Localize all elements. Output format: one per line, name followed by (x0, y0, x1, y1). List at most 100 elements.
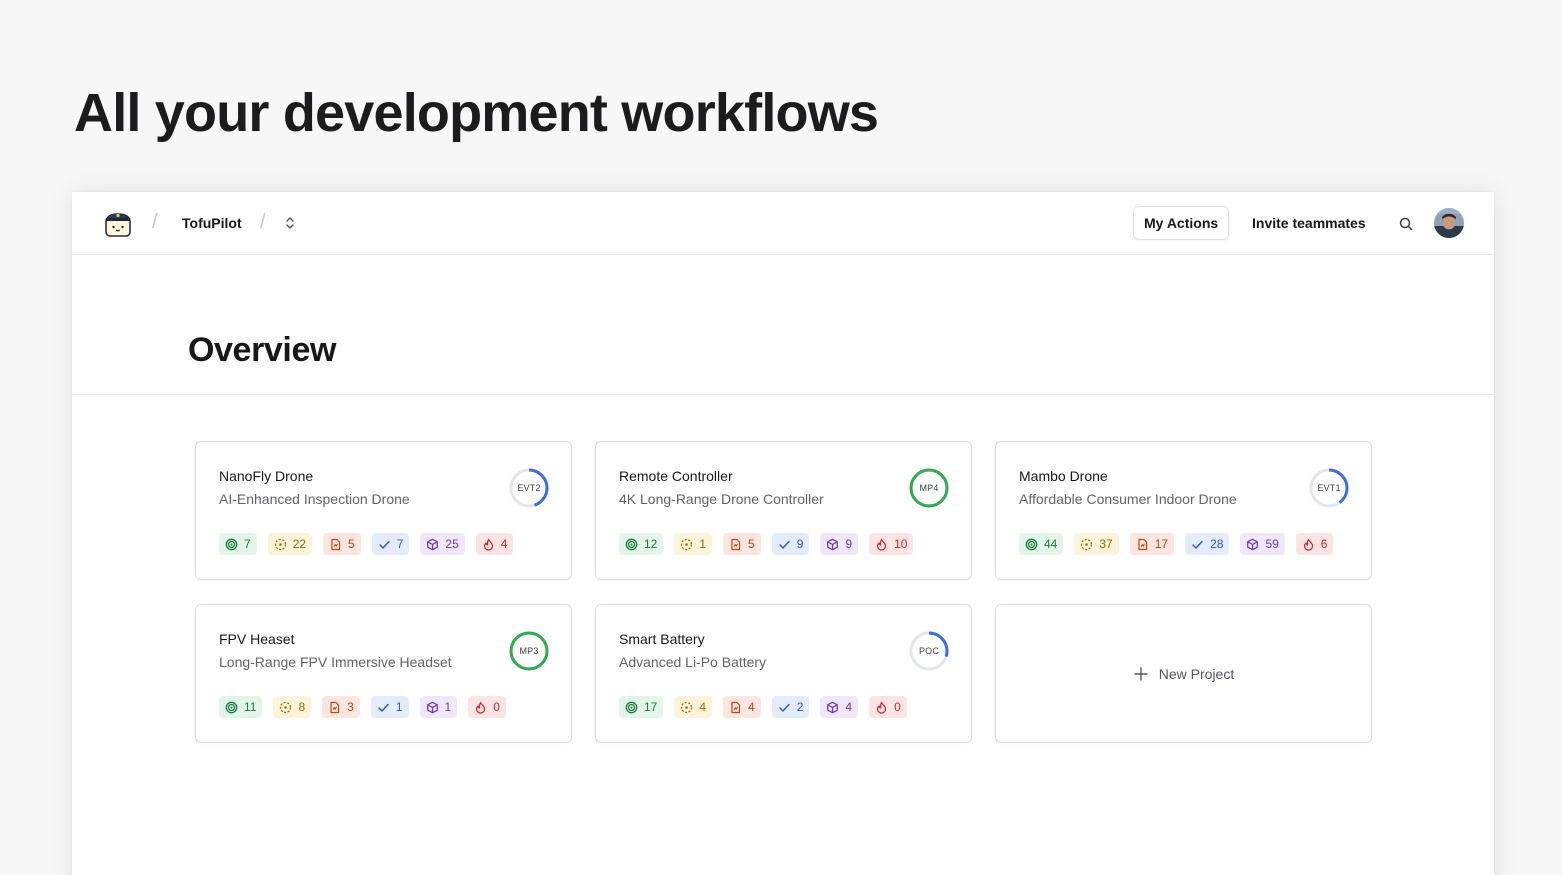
project-stats: 17 4 4 2 4 0 (619, 696, 918, 718)
stage-label: MP3 (519, 646, 539, 656)
badge-count: 9 (796, 537, 804, 551)
badge-component: 37 (1074, 533, 1119, 555)
badge-count: 10 (894, 537, 908, 551)
badge-target: 44 (1019, 533, 1064, 555)
badge-component: 4 (674, 696, 713, 718)
project-card[interactable]: FPV Heaset Long-Range FPV Immersive Head… (195, 604, 572, 743)
badge-cube: 59 (1240, 533, 1285, 555)
flame-icon (476, 701, 486, 714)
badge-cube: 1 (419, 696, 458, 718)
breadcrumb-separator: / (260, 211, 266, 233)
badge-count: 1 (395, 700, 403, 714)
project-card[interactable]: Smart Battery Advanced Li-Po Battery POC… (595, 604, 972, 743)
new-project-label: New Project (1158, 665, 1235, 682)
badge-count: 25 (445, 537, 459, 551)
chevrons-up-down-icon[interactable] (283, 214, 297, 232)
project-name: FPV Heaset (219, 631, 295, 647)
badge-report: 17 (1129, 533, 1175, 555)
target-icon (625, 701, 638, 713)
new-project-content: New Project (1133, 666, 1234, 682)
badge-count: 5 (748, 537, 755, 551)
badge-target: 17 (619, 696, 664, 718)
badge-count: 5 (348, 537, 355, 551)
badge-count: 12 (644, 537, 658, 551)
badge-check: 28 (1185, 533, 1230, 555)
badge-count: 1 (699, 537, 707, 551)
invite-teammates-button[interactable]: Invite teammates (1242, 206, 1376, 240)
flame-icon (877, 701, 887, 714)
target-icon (625, 538, 638, 550)
plus-icon (1134, 666, 1148, 681)
badge-count: 9 (845, 537, 853, 551)
top-navigation: / TofuPilot / My Actions Invite teammate… (72, 192, 1494, 255)
page-title: Overview (188, 331, 337, 369)
badge-count: 6 (1320, 537, 1328, 551)
badge-count: 8 (298, 700, 306, 714)
badge-report: 5 (323, 533, 361, 555)
component-icon (681, 538, 693, 550)
badge-flame: 10 (869, 533, 914, 555)
badge-report: 3 (322, 696, 360, 718)
org-name-link[interactable]: TofuPilot (182, 215, 242, 231)
search-icon[interactable] (1398, 216, 1414, 232)
component-icon (280, 701, 292, 713)
badge-count: 3 (347, 700, 354, 714)
project-card[interactable]: Mambo Drone Affordable Consumer Indoor D… (995, 441, 1372, 580)
badge-flame: 0 (468, 696, 506, 718)
projects-grid: NanoFly Drone AI-Enhanced Inspection Dro… (195, 441, 1372, 743)
page-header: Overview (72, 255, 1494, 395)
new-project-button[interactable]: New Project (995, 604, 1372, 743)
check-icon (779, 703, 790, 712)
target-icon (225, 538, 238, 550)
flame-icon (483, 538, 493, 551)
badge-flame: 0 (869, 696, 907, 718)
stage-label: POC (918, 646, 940, 656)
badge-check: 7 (371, 533, 410, 555)
badge-flame: 4 (475, 533, 514, 555)
report-icon (731, 538, 741, 550)
cube-icon (1247, 538, 1259, 550)
badge-count: 22 (292, 537, 307, 551)
user-avatar[interactable] (1434, 208, 1464, 238)
tofupilot-logo-icon[interactable] (103, 208, 133, 238)
check-icon (779, 540, 790, 549)
badge-count: 7 (396, 537, 404, 551)
check-icon (379, 540, 390, 549)
badge-component: 22 (267, 533, 313, 555)
badge-count: 4 (699, 700, 707, 714)
app-window: / TofuPilot / My Actions Invite teammate… (72, 192, 1494, 875)
project-stats: 11 8 3 1 1 0 (219, 696, 517, 718)
badge-flame: 6 (1295, 533, 1334, 555)
badge-count: 11 (244, 700, 257, 714)
check-icon (378, 703, 389, 712)
cube-icon (427, 538, 439, 550)
project-card[interactable]: NanoFly Drone AI-Enhanced Inspection Dro… (195, 441, 572, 580)
badge-count: 4 (748, 700, 755, 714)
project-stats: 7 22 5 7 25 4 (219, 533, 524, 555)
project-card[interactable]: Remote Controller 4K Long-Range Drone Co… (595, 441, 972, 580)
badge-component: 1 (674, 533, 713, 555)
badge-target: 11 (219, 696, 263, 718)
report-icon (331, 538, 341, 550)
badge-report: 4 (723, 696, 761, 718)
project-description: Advanced Li-Po Battery (619, 654, 767, 670)
badge-cube: 4 (820, 696, 859, 718)
badge-count: 1 (444, 700, 452, 714)
project-description: 4K Long-Range Drone Controller (619, 491, 824, 507)
hero-title: All your development workflows (74, 83, 879, 143)
badge-count: 17 (644, 700, 658, 714)
my-actions-button[interactable]: My Actions (1133, 206, 1230, 240)
project-stats: 44 37 17 28 59 6 (1019, 533, 1344, 555)
badge-count: 7 (244, 537, 251, 551)
report-icon (330, 701, 340, 713)
project-description: AI-Enhanced Inspection Drone (219, 491, 410, 507)
project-stats: 12 1 5 9 9 10 (619, 533, 924, 555)
target-icon (225, 701, 238, 713)
stage-label: EVT1 (1317, 483, 1341, 493)
badge-count: 37 (1099, 537, 1113, 551)
badge-count: 28 (1210, 537, 1224, 551)
badge-count: 44 (1044, 537, 1058, 551)
project-name: Remote Controller (619, 468, 733, 484)
badge-count: 17 (1154, 537, 1169, 551)
badge-report: 5 (723, 533, 761, 555)
